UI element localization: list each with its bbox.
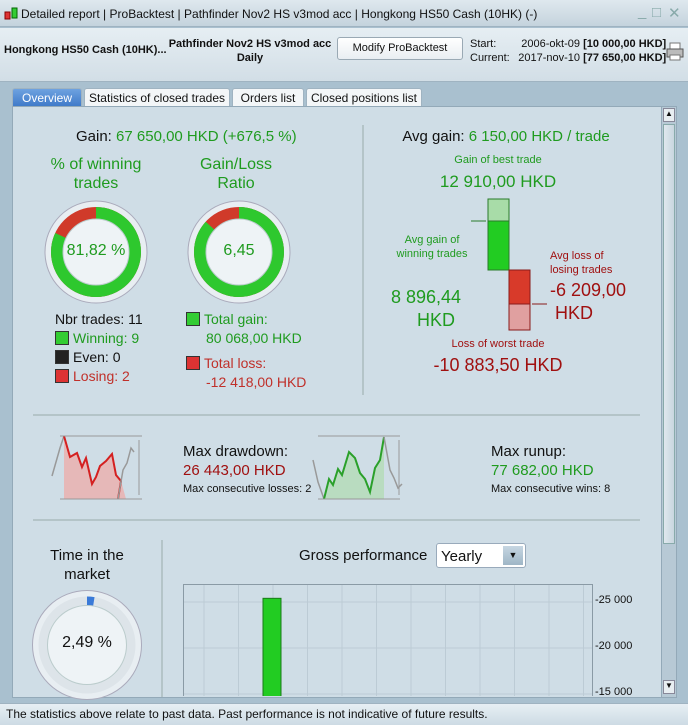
even-square-icon xyxy=(55,350,69,364)
avg-win-value: 8 896,44 HKD xyxy=(390,287,462,330)
gain-loss-ratio-value: 6,45 xyxy=(223,242,255,259)
drawdown-line-gray xyxy=(51,435,65,477)
avg-loss-label: Avg loss of losing trades xyxy=(550,250,613,276)
chevron-down-icon[interactable]: ▼ xyxy=(503,546,523,565)
best-trade-value: 12 910,00 HKD xyxy=(439,172,557,191)
y-tick-label: -15 000 xyxy=(595,686,633,698)
time-in-market-value: 2,49 % xyxy=(62,634,112,651)
avg-loss-value: -6 209,00 HKD xyxy=(550,280,627,323)
avg-win-bar xyxy=(487,220,510,271)
performance-bar xyxy=(262,597,282,696)
avg-loss-bar xyxy=(508,269,531,305)
drawdown-area xyxy=(64,436,126,499)
total-gain-square-icon xyxy=(186,312,200,326)
avg-gain-summary: Avg gain: 6 150,00 HKD / trade xyxy=(402,128,610,145)
winning-square-icon xyxy=(55,331,69,345)
gross-performance-chart xyxy=(183,584,593,696)
worst-trade-bar xyxy=(508,303,531,331)
time-in-market-title: Time in the market xyxy=(50,547,124,583)
disclaimer-footer: The statistics above relate to past data… xyxy=(0,703,688,725)
period-select-value: Yearly xyxy=(441,548,483,565)
gross-performance-label: Gross performance xyxy=(299,547,428,564)
max-drawdown: Max drawdown: 26 443,00 HKD Max consecutiv… xyxy=(183,443,312,495)
runup-line-gray xyxy=(312,459,325,500)
best-trade-bar xyxy=(487,198,510,222)
losing-square-icon xyxy=(55,369,69,383)
max-runup: Max runup: 77 682,00 HKD Max consecutive w… xyxy=(491,443,611,495)
avg-win-label: Avg gain of winning trades xyxy=(396,234,468,260)
worst-trade-value: -10 883,50 HKD xyxy=(433,355,563,375)
winning-percent-value: 81,82 % xyxy=(66,242,126,259)
totals: Total gain: 80 068,00 HKD Total loss: -1… xyxy=(186,310,306,392)
period-select[interactable]: Yearly ▼ xyxy=(436,543,526,568)
y-tick-label: -20 000 xyxy=(595,640,633,652)
worst-trade-label: Loss of worst trade xyxy=(451,338,545,350)
best-trade-label: Gain of best trade xyxy=(454,154,542,166)
total-loss-square-icon xyxy=(186,356,200,370)
trades-breakdown: Nbr trades: 11 Winning: 9 Even: 0 Losing… xyxy=(55,311,143,384)
y-tick-label: -25 000 xyxy=(595,594,633,606)
